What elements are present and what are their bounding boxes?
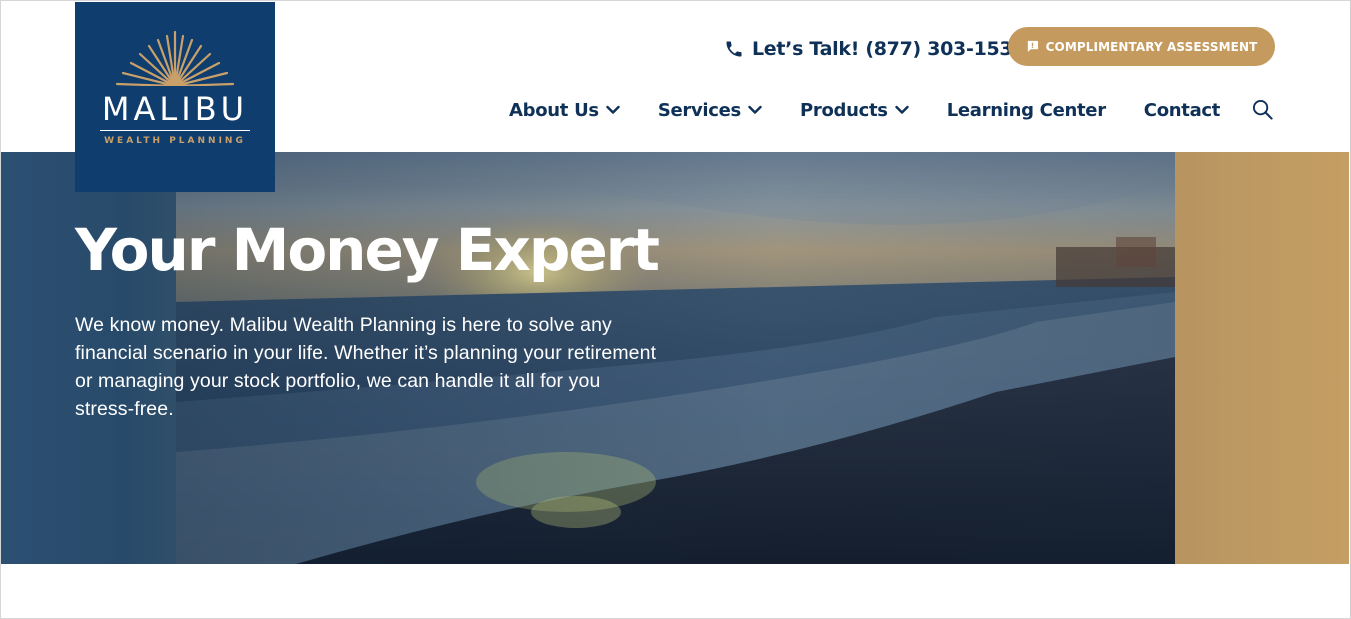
hero-section: Your Money Expert We know money. Malibu … (0, 152, 1349, 564)
main-nav: About Us Services Products Learning Cent… (509, 96, 1220, 124)
phone-icon (726, 41, 742, 57)
search-button[interactable] (1252, 99, 1273, 125)
nav-item-label: About Us (509, 99, 599, 121)
nav-item-about-us[interactable]: About Us (509, 100, 620, 121)
nav-item-products[interactable]: Products (800, 100, 909, 121)
chevron-down-icon (895, 105, 909, 114)
site-logo[interactable]: MALIBU WEALTH PLANNING (75, 2, 275, 192)
hero-title: Your Money Expert (75, 216, 660, 284)
cta-label: COMPLIMENTARY ASSESSMENT (1045, 39, 1258, 54)
hero-description: We know money. Malibu Wealth Planning is… (75, 314, 657, 420)
search-icon (1252, 99, 1273, 120)
phone-label: Let’s Talk! (877) 303-1533 (752, 38, 1026, 60)
nav-item-label: Contact (1143, 99, 1221, 121)
nav-item-contact[interactable]: Contact (1143, 99, 1221, 121)
nav-item-services[interactable]: Services (658, 100, 762, 121)
nav-item-learning-center[interactable]: Learning Center (947, 100, 1106, 121)
logo-divider (100, 130, 250, 131)
complimentary-assessment-button[interactable]: COMPLIMENTARY ASSESSMENT (1008, 27, 1275, 66)
nav-item-label: Products (799, 99, 888, 121)
chevron-down-icon (748, 105, 762, 114)
logo-tagline: WEALTH PLANNING (104, 136, 246, 146)
chevron-down-icon (606, 105, 620, 114)
chat-icon (1027, 40, 1038, 53)
nav-item-label: Services (657, 99, 741, 121)
hero-right-panel (1175, 152, 1349, 564)
sunburst-icon (115, 30, 235, 86)
nav-item-label: Learning Center (946, 99, 1106, 121)
phone-link[interactable]: Let’s Talk! (877) 303-1533 (724, 36, 1026, 62)
logo-name: MALIBU (101, 90, 249, 128)
